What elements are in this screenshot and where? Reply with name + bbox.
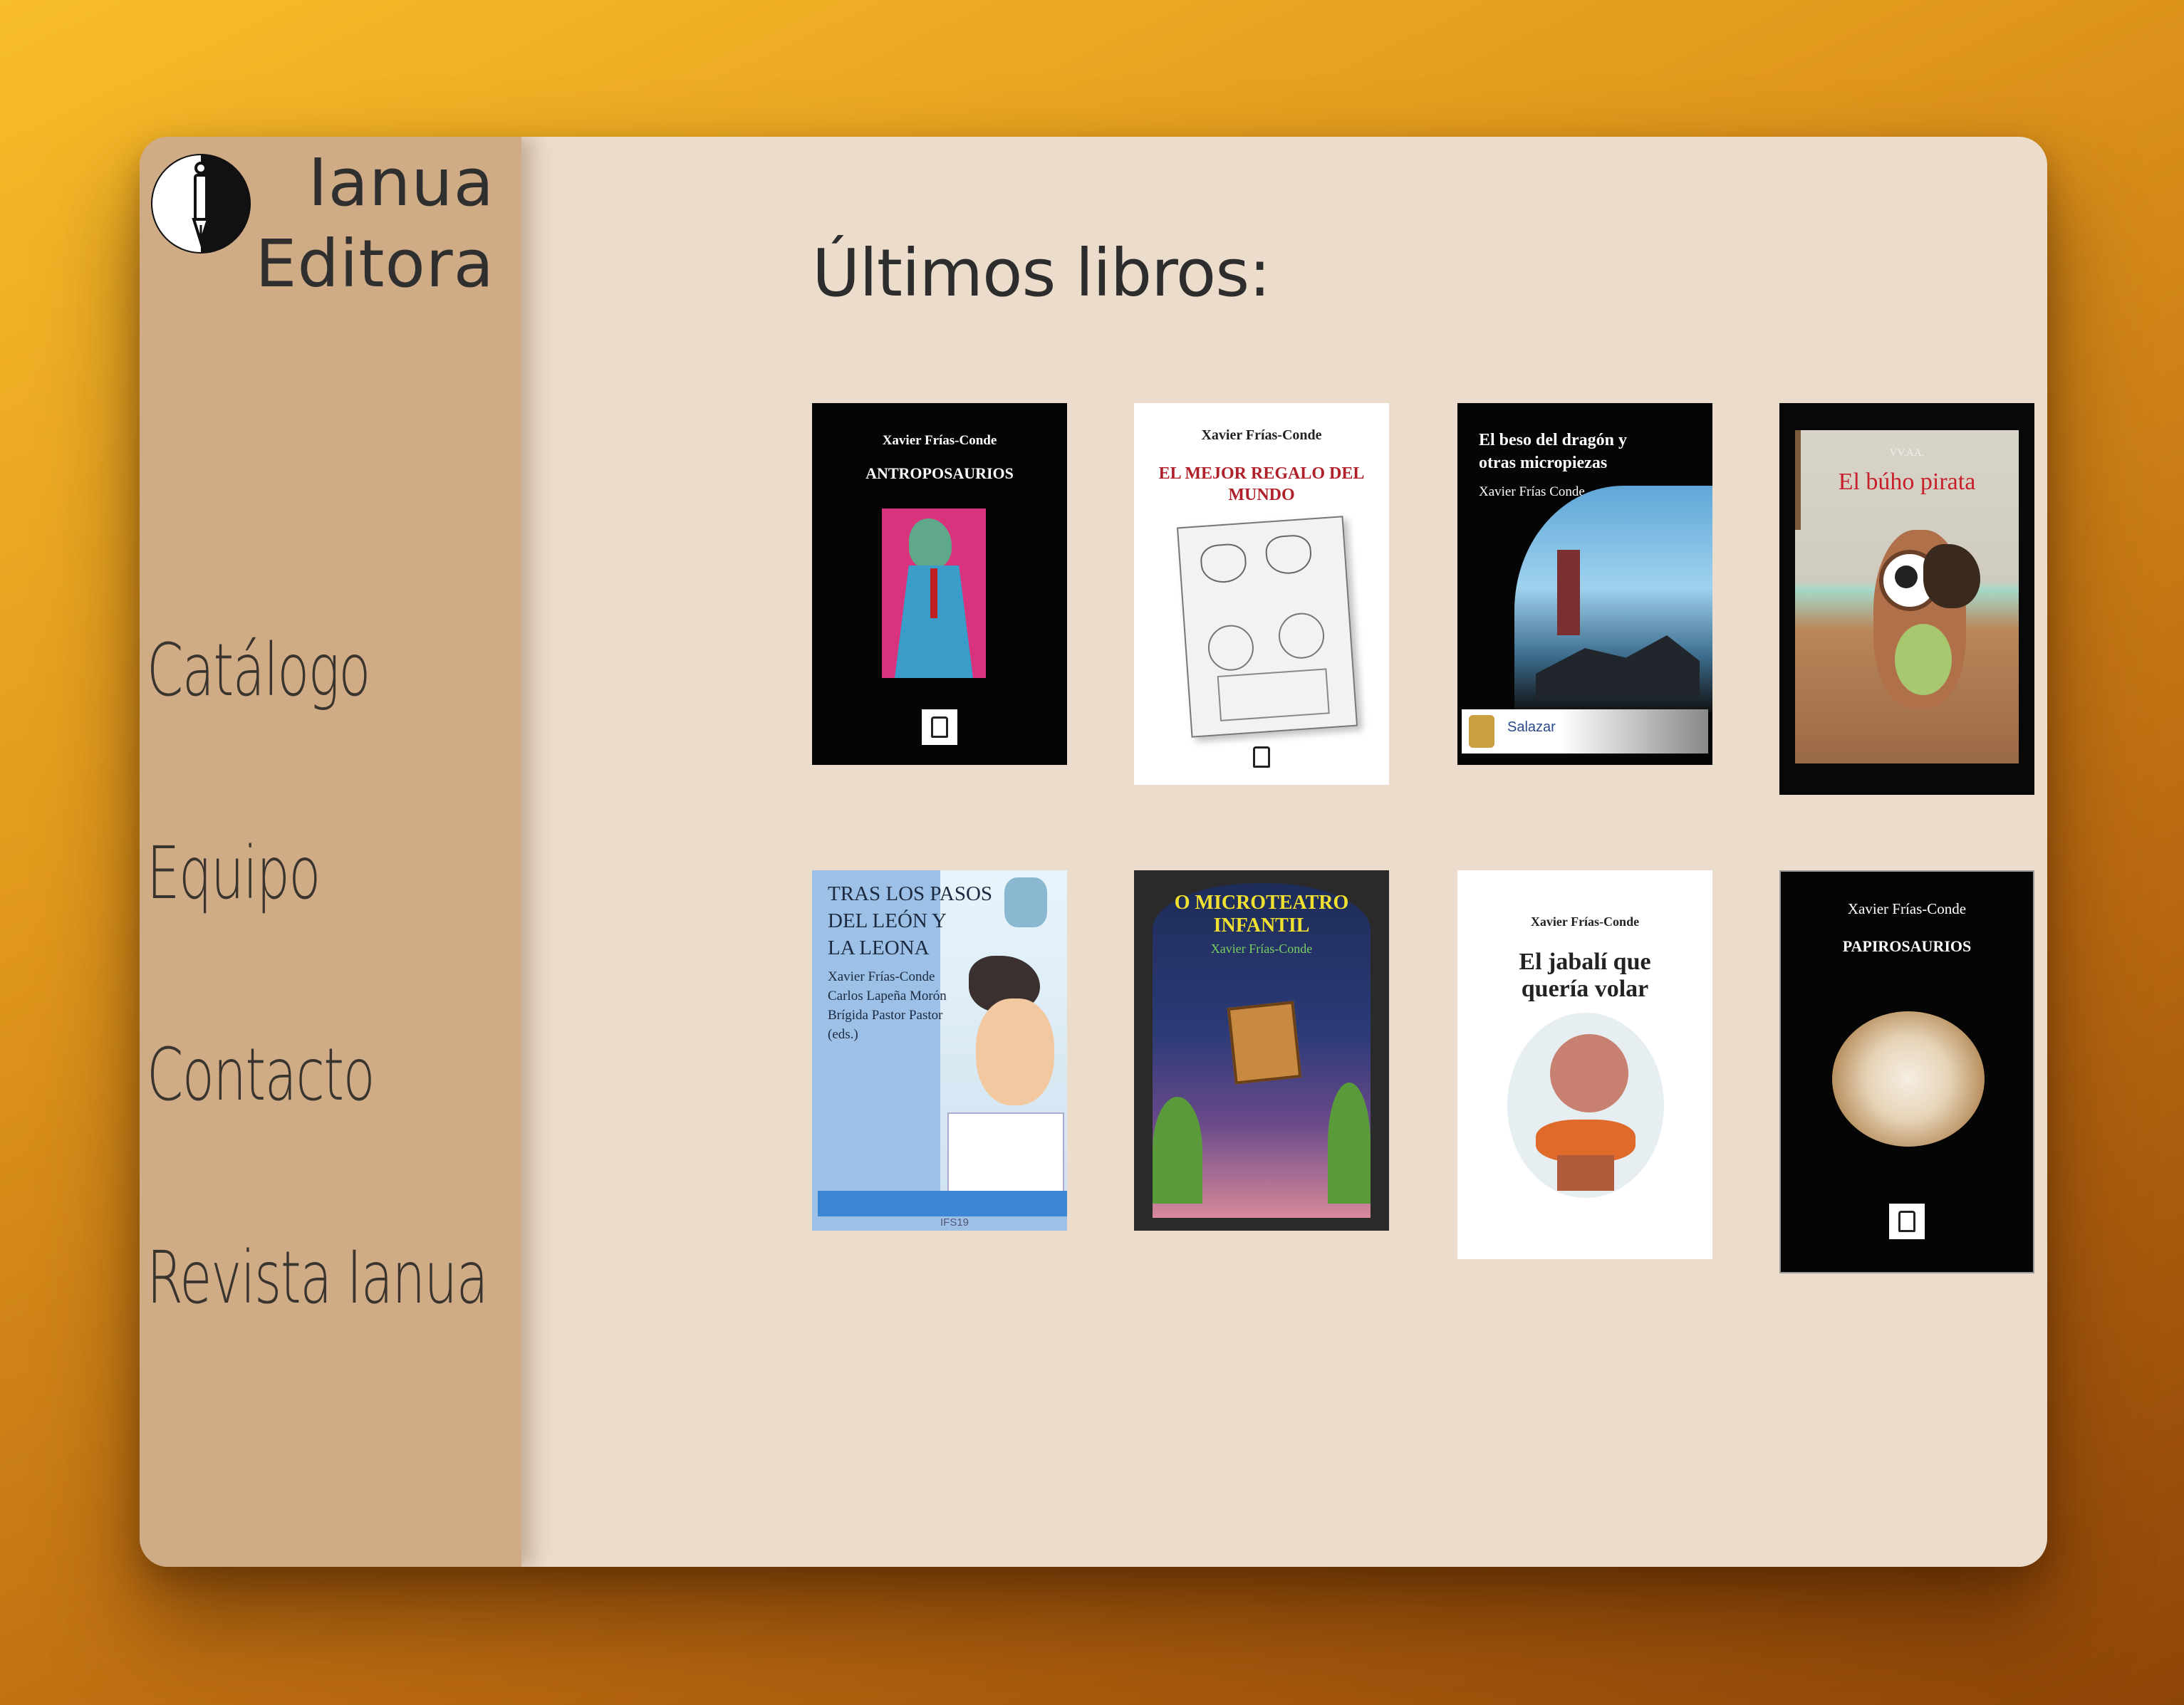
book-title: O MICROTEATRO INFANTIL — [1134, 892, 1389, 937]
brand-line-1: Ianua — [308, 145, 494, 221]
book-code: IFS19 — [940, 1216, 969, 1229]
book-author: VV.AA. — [1889, 447, 1925, 459]
book-authors: Xavier Frías-Conde Carlos Lapeña Morón B… — [828, 967, 947, 1044]
book-author: Xavier Frías Conde — [1479, 484, 1585, 499]
nav-item-equipo[interactable]: Equipo — [147, 831, 321, 916]
book-cover-el-beso-del-dragon[interactable]: El beso del dragón y otras micropiezas X… — [1457, 403, 1712, 765]
book-illustration — [1832, 1011, 1985, 1147]
footer-publisher-text: Salazar — [1507, 719, 1556, 735]
book-title-line-1: TRAS LOS PASOS — [828, 882, 993, 905]
book-illustration — [1514, 486, 1712, 712]
book-title-line-2: INFANTIL — [1213, 914, 1310, 937]
book-title-line-3: LA LEONA — [828, 937, 930, 959]
book-title: El jabalí que quería volar — [1457, 949, 1712, 1003]
book-cover-papirosaurios[interactable]: Xavier Frías-Conde PAPIROSAURIOS — [1779, 870, 2034, 1273]
book-cover-antroposaurios[interactable]: Xavier Frías-Conde ANTROPOSAURIOS — [812, 403, 1067, 765]
book-editors-note: (eds.) — [828, 1027, 858, 1042]
brand-name[interactable]: Ianua Editora — [255, 142, 494, 305]
book-title-line-2: otras micropiezas — [1479, 454, 1608, 472]
book-title: ANTROPOSAURIOS — [865, 464, 1014, 482]
book-author: Xavier Frías-Conde — [1210, 942, 1313, 956]
book-title: El beso del dragón y otras micropiezas — [1479, 429, 1627, 474]
book-title-line-2: DEL LEÓN Y — [828, 909, 947, 932]
book-cover-el-mejor-regalo-del-mundo[interactable]: Xavier Frías-Conde EL MEJOR REGALO DEL M… — [1134, 403, 1389, 785]
main-content: Últimos libros: Xavier Frías-Conde ANTRO… — [521, 137, 2047, 1567]
page-title: Últimos libros: — [812, 235, 1271, 311]
nav-item-catalogo[interactable]: Catálogo — [147, 628, 370, 713]
book-title-line-1: El jabalí que — [1519, 949, 1651, 975]
book-author: Brígida Pastor Pastor — [828, 1008, 943, 1023]
publisher-logo-icon — [922, 709, 957, 745]
book-cover-el-jabali-que-queria-volar[interactable]: Xavier Frías-Conde El jabalí que quería … — [1457, 870, 1712, 1259]
book-author: Carlos Lapeña Morón — [828, 989, 947, 1003]
book-title-line-1: El beso del dragón y — [1479, 431, 1628, 449]
book-title: PAPIROSAURIOS — [1842, 937, 1972, 955]
book-title: EL MEJOR REGALO DEL MUNDO — [1158, 464, 1365, 504]
book-illustration — [1176, 516, 1358, 738]
book-footer-band — [818, 1191, 1067, 1216]
brand-line-2: Editora — [255, 226, 494, 302]
publisher-logo-icon — [1244, 739, 1279, 775]
book-title-line-2: quería volar — [1521, 976, 1649, 1002]
nav-item-revista-ianua[interactable]: Revista Ianua — [147, 1236, 489, 1320]
book-title-line-1: O MICROTEATRO — [1174, 892, 1349, 914]
book-cover-tras-los-pasos[interactable]: TRAS LOS PASOS DEL LEÓN Y LA LEONA Xavie… — [812, 870, 1067, 1231]
book-author: Xavier Frías-Conde — [1847, 900, 1967, 917]
book-author: Xavier Frías-Conde — [1530, 914, 1640, 929]
book-footer-band: Salazar — [1462, 709, 1708, 754]
book-author: Xavier Frías-Conde — [1201, 427, 1322, 443]
nav-item-contacto[interactable]: Contacto — [147, 1033, 375, 1117]
fountain-pen-logo-icon[interactable] — [151, 154, 251, 254]
book-illustration — [1507, 1013, 1664, 1198]
book-author: Xavier Frías-Conde — [828, 969, 935, 984]
sidebar: Ianua Editora Catálogo Equipo Contacto R… — [140, 137, 521, 1567]
app-window: Ianua Editora Catálogo Equipo Contacto R… — [140, 137, 2047, 1567]
book-author: Xavier Frías-Conde — [882, 433, 997, 448]
book-title: TRAS LOS PASOS DEL LEÓN Y LA LEONA — [828, 880, 992, 961]
book-title: El búho pirata — [1838, 469, 1976, 495]
publisher-logo-icon — [1889, 1204, 1925, 1239]
book-illustration — [882, 509, 986, 678]
book-cover-el-buho-pirata[interactable]: VV.AA. El búho pirata — [1779, 403, 2034, 795]
book-cover-o-microteatro-infantil[interactable]: O MICROTEATRO INFANTIL Xavier Frías-Cond… — [1134, 870, 1389, 1231]
